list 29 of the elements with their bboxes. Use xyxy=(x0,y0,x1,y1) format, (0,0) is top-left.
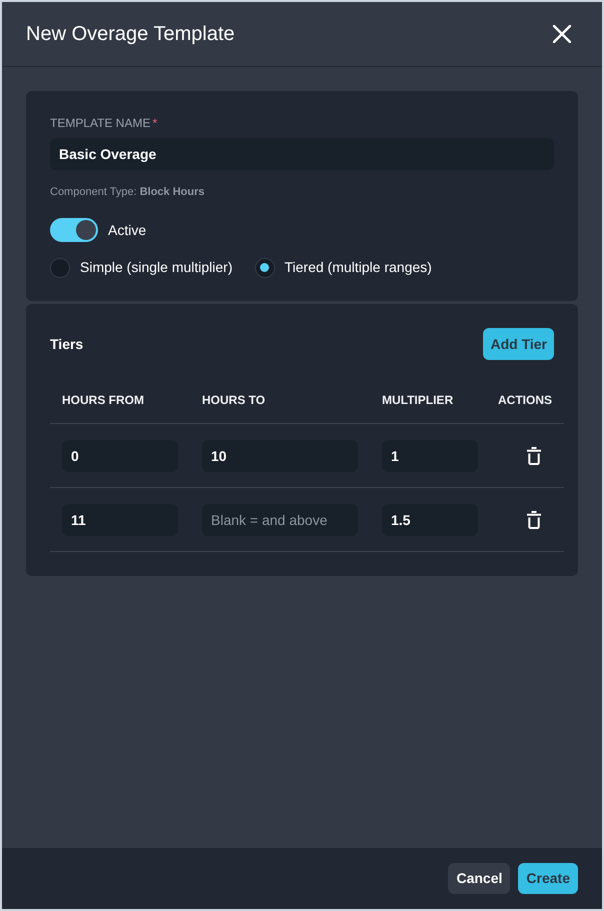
dialog-title: New Overage Template xyxy=(26,22,235,47)
column-header: MULTIPLIER xyxy=(382,392,454,408)
close-icon xyxy=(553,25,571,43)
column-header: HOURS TO xyxy=(202,392,266,408)
radio-button[interactable] xyxy=(50,258,70,278)
radio-button[interactable] xyxy=(254,258,274,278)
hours-to-input[interactable]: Blank = and above xyxy=(202,504,358,536)
field-label: TEMPLATE NAME xyxy=(50,115,150,131)
active-toggle[interactable] xyxy=(50,218,98,242)
component-type-text: Component Type: Block Hours xyxy=(50,185,206,200)
trash-icon xyxy=(527,510,541,528)
hours-from-input[interactable]: 11 xyxy=(62,504,178,536)
section-title: Tiers xyxy=(50,334,84,354)
hours-to-input[interactable]: 10 xyxy=(202,440,358,472)
template-name-input[interactable]: Basic Overage xyxy=(50,138,554,170)
multiplier-input[interactable]: 1 xyxy=(382,440,478,472)
cancel-button[interactable]: Cancel xyxy=(448,863,510,894)
toggle-label: Active xyxy=(108,220,146,240)
column-header: HOURS FROM xyxy=(62,392,144,408)
add-tier-button[interactable]: Add Tier xyxy=(483,328,554,360)
column-header: ACTIONS xyxy=(498,392,552,408)
trash-icon xyxy=(527,446,541,464)
create-button[interactable]: Create xyxy=(518,863,578,894)
multiplier-input[interactable]: 1.5 xyxy=(382,504,478,536)
close-button[interactable] xyxy=(553,25,571,43)
radio-label[interactable]: Tiered (multiple ranges) xyxy=(284,257,432,278)
radio-label[interactable]: Simple (single multiplier) xyxy=(80,257,232,278)
required-mark: * xyxy=(152,115,158,131)
hours-from-input[interactable]: 0 xyxy=(62,440,178,472)
